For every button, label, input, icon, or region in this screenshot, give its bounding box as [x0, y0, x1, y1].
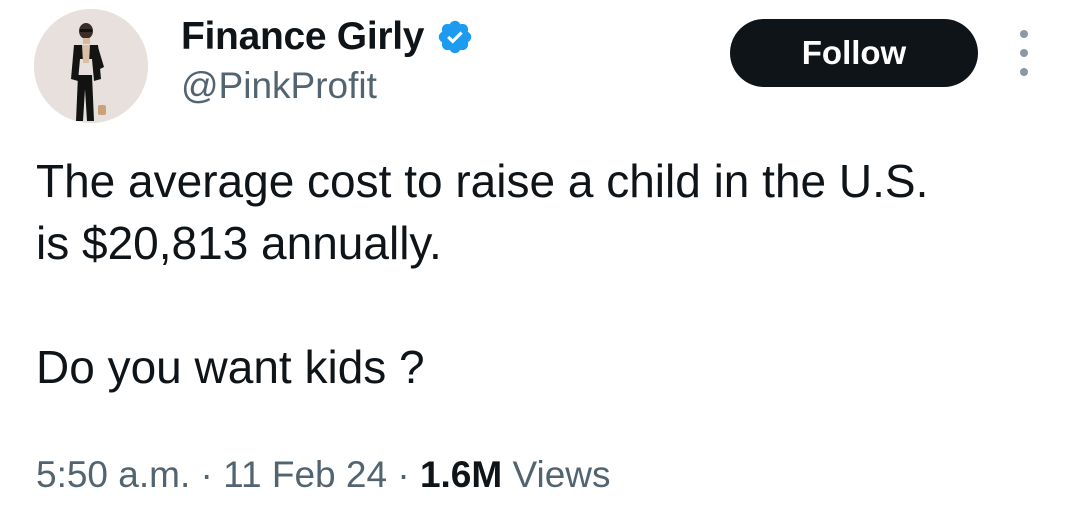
author-handle[interactable]: @PinkProfit: [181, 64, 377, 108]
meta-separator: ·: [397, 454, 410, 495]
tweet-text-line: is $20,813 annually.: [36, 217, 442, 269]
tweet-card: Finance Girly @PinkProfit Follow The ave…: [0, 0, 1080, 531]
tweet-time[interactable]: 5:50 a.m.: [36, 454, 190, 495]
author-display-name[interactable]: Finance Girly: [181, 14, 424, 60]
tweet-text-line: Do you want kids ?: [36, 341, 425, 393]
more-dot: [1020, 68, 1028, 76]
follow-button[interactable]: Follow: [730, 19, 978, 87]
verified-badge-icon: [436, 18, 474, 56]
avatar-image: [34, 9, 148, 123]
views-label: Views: [512, 454, 611, 495]
tweet-body: The average cost to raise a child in the…: [36, 150, 1056, 398]
more-dot: [1020, 49, 1028, 57]
tweet-meta: 5:50 a.m. · 11 Feb 24 · 1.6M Views: [36, 452, 611, 498]
more-vertical-icon[interactable]: [1010, 30, 1038, 76]
tweet-date[interactable]: 11 Feb 24: [223, 454, 387, 495]
more-dot: [1020, 30, 1028, 38]
tweet-text-line: The average cost to raise a child in the…: [36, 155, 929, 207]
avatar[interactable]: [34, 9, 148, 123]
author-name-row: Finance Girly: [181, 14, 474, 60]
meta-separator: ·: [200, 454, 213, 495]
views-count: 1.6M: [419, 454, 503, 495]
